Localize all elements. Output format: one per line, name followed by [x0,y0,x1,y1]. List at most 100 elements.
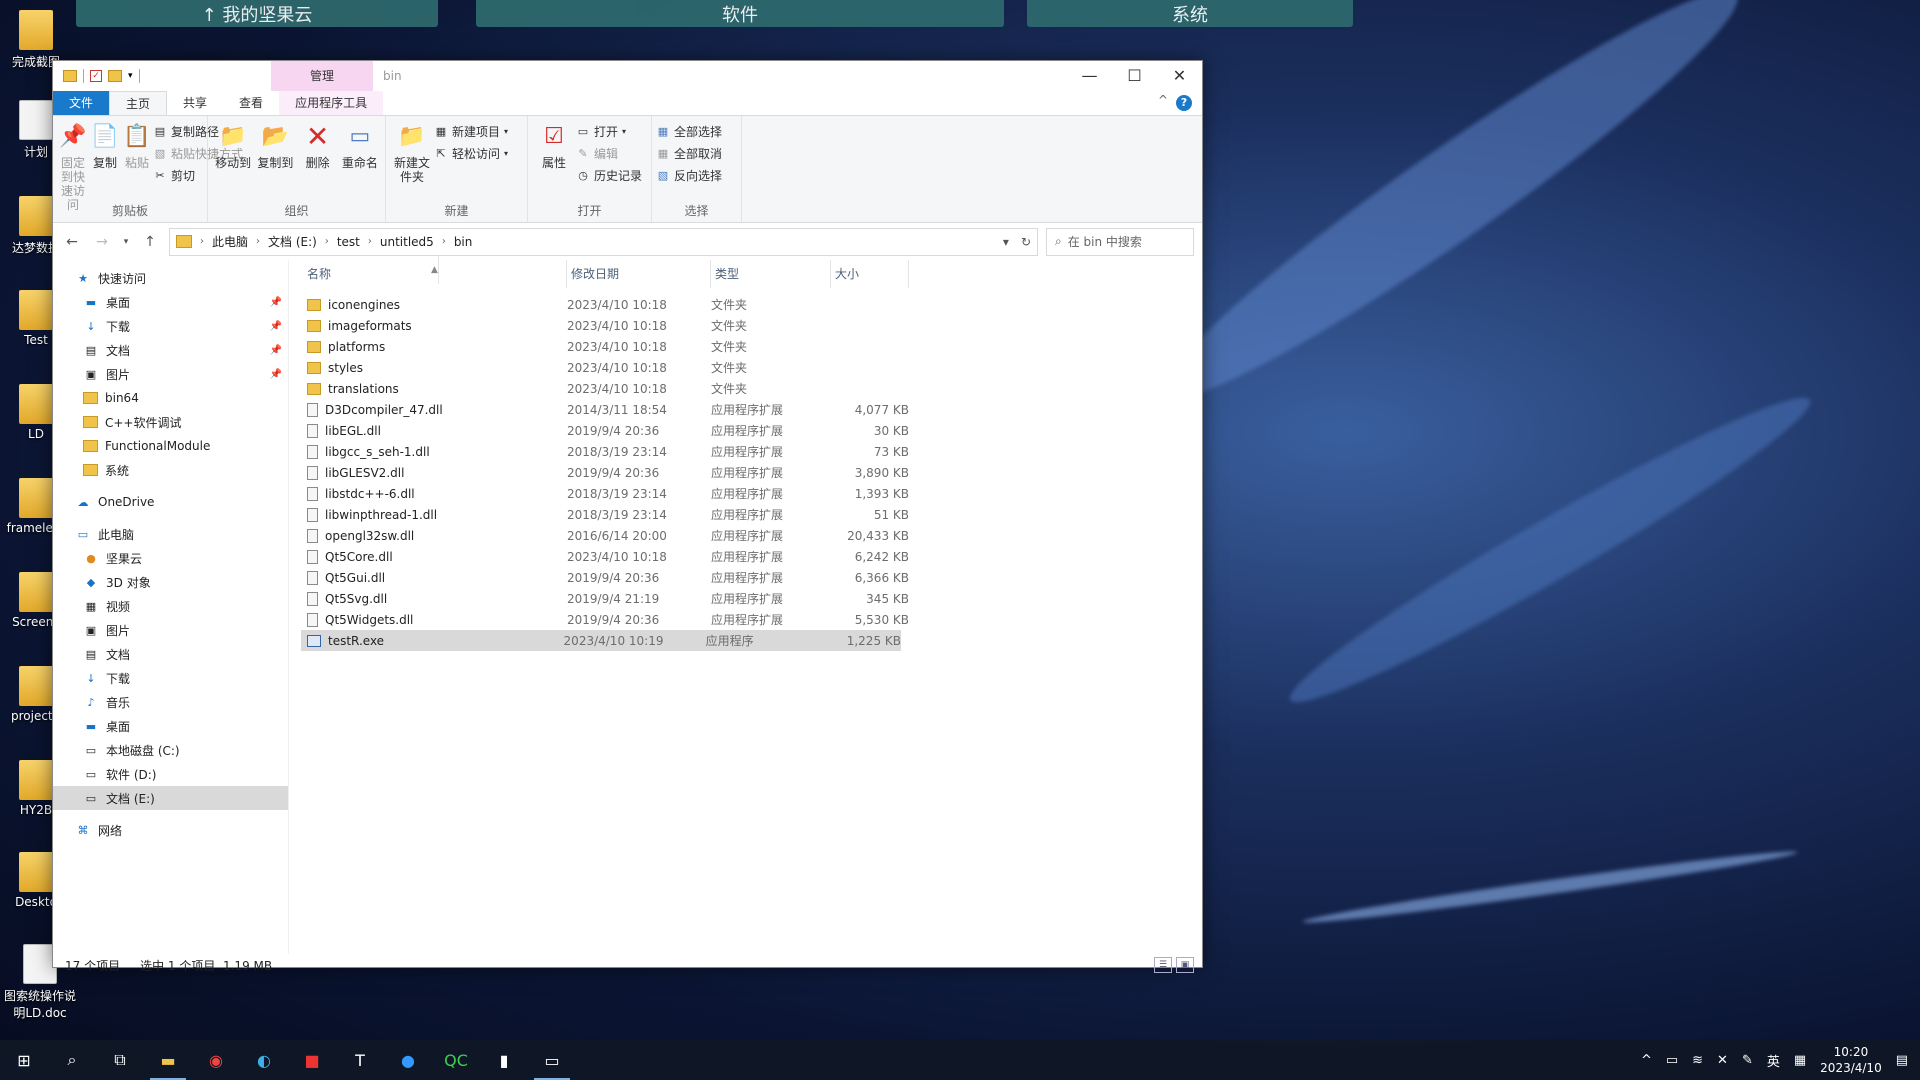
new-folder-button[interactable]: 📁 新建文件夹 [391,120,433,204]
paste-button[interactable]: 📋 粘贴 [122,120,152,204]
nav-item[interactable]: ● 坚果云 [53,546,288,570]
nav-onedrive[interactable]: ☁ OneDrive [53,490,288,514]
tab-home[interactable]: 主页 [109,91,168,115]
nav-item[interactable]: ▦ 视频 [53,594,288,618]
pen-icon[interactable]: ✎ [1742,1053,1753,1068]
file-row[interactable]: libgcc_s_seh-1.dll 2018/3/19 23:14 应用程序扩展 7… [289,441,1202,462]
move-to-button[interactable]: 📁 移动到 [213,120,253,204]
breadcrumb-item[interactable]: 文档 (E:) [268,233,317,250]
file-row[interactable]: opengl32sw.dll 2016/6/14 20:00 应用程序扩展 20,43… [289,525,1202,546]
nav-this-pc[interactable]: ▭ 此电脑 [53,522,288,546]
file-row[interactable]: libGLESV2.dll 2019/9/4 20:36 应用程序扩展 3,890 K… [289,462,1202,483]
address-dropdown-icon[interactable]: ▾ [1003,235,1009,249]
copy-button[interactable]: 📄 复制 [90,120,120,204]
breadcrumb-item[interactable]: bin [454,235,473,249]
tab-app-tools[interactable]: 应用程序工具 [279,91,384,115]
file-row[interactable]: iconengines 2023/4/10 10:18 文件夹 [289,294,1202,315]
testr-taskbar-button[interactable]: ▭ [528,1040,576,1080]
tab-view[interactable]: 查看 [223,91,279,115]
nav-item[interactable]: ↓ 下载 📌 [53,314,288,338]
search-button[interactable]: ⌕ [48,1040,96,1080]
details-view-button[interactable]: ☰ [1154,957,1172,973]
file-row[interactable]: styles 2023/4/10 10:18 文件夹 [289,357,1202,378]
nav-item[interactable]: ▬ 桌面 📌 [53,290,288,314]
help-icon[interactable]: ? [1176,95,1192,111]
app-taskbar-button[interactable]: ● [384,1040,432,1080]
history-button[interactable]: ◷ 历史记录 [576,166,642,184]
nav-item[interactable]: bin64 [53,386,288,410]
file-row[interactable]: D3Dcompiler_47.dll 2014/3/11 18:54 应用程序扩展 4… [289,399,1202,420]
nav-item-selected[interactable]: ▭ 文档 (E:) [53,786,288,810]
explorer-taskbar-button[interactable]: ▬ [144,1040,192,1080]
large-icons-view-button[interactable]: ▣ [1176,957,1194,973]
file-row[interactable]: libwinpthread-1.dll 2018/3/19 23:14 应用程序扩展… [289,504,1202,525]
file-row[interactable]: testR.exe 2023/4/10 10:19 应用程序 1,225 KB [301,630,901,651]
maximize-button[interactable]: ☐ [1112,61,1157,91]
file-row[interactable]: Qt5Core.dll 2023/4/10 10:18 应用程序扩展 6,242 KB [289,546,1202,567]
notification-icon[interactable]: ▤ [1896,1053,1908,1068]
edit-button[interactable]: ✎ 编辑 [576,144,642,162]
nav-item[interactable]: FunctionalModule [53,434,288,458]
easy-access-button[interactable]: ⇱ 轻松访问 ▾ [434,144,508,162]
breadcrumb-item[interactable]: test [337,235,360,249]
select-none-button[interactable]: ▦ 全部取消 [656,144,722,162]
customize-qa-icon[interactable]: ▾ [128,71,133,81]
chrome-taskbar-button[interactable]: ◉ [192,1040,240,1080]
minimize-button[interactable]: — [1067,61,1112,91]
properties-icon[interactable]: ✓ [90,70,102,82]
close-button[interactable]: ✕ [1157,61,1202,91]
column-size[interactable]: 大小 [831,260,909,288]
nav-item[interactable]: ▬ 桌面 [53,714,288,738]
file-row[interactable]: Qt5Svg.dll 2019/9/4 21:19 应用程序扩展 345 KB [289,588,1202,609]
copy-to-button[interactable]: 📂 复制到 [255,120,295,204]
refresh-icon[interactable]: ↻ [1021,235,1031,249]
file-row[interactable]: Qt5Gui.dll 2019/9/4 20:36 应用程序扩展 6,366 KB [289,567,1202,588]
terminal-taskbar-button[interactable]: ▮ [480,1040,528,1080]
nav-item[interactable]: ▭ 软件 (D:) [53,762,288,786]
nav-item[interactable]: ▣ 图片 📌 [53,362,288,386]
battery-icon[interactable]: ▭ [1666,1053,1678,1068]
nav-item[interactable]: ↓ 下载 [53,666,288,690]
typora-taskbar-button[interactable]: T [336,1040,384,1080]
nav-item[interactable]: ♪ 音乐 [53,690,288,714]
file-row[interactable]: Qt5Widgets.dll 2019/9/4 20:36 应用程序扩展 5,530 … [289,609,1202,630]
tab-share[interactable]: 共享 [167,91,223,115]
volume-muted-icon[interactable]: ✕ [1717,1053,1728,1068]
file-row[interactable]: translations 2023/4/10 10:18 文件夹 [289,378,1202,399]
clock[interactable]: 10:20 2023/4/10 [1820,1044,1882,1076]
nav-item[interactable]: ▭ 本地磁盘 (C:) [53,738,288,762]
nav-item[interactable]: 系统 [53,458,288,482]
select-all-button[interactable]: ▦ 全部选择 [656,122,722,140]
nav-item[interactable]: ▤ 文档 📌 [53,338,288,362]
nav-quick-access[interactable]: ★ 快速访问 [53,266,288,290]
address-bar[interactable]: › 此电脑 › 文档 (E:) › test › untitled5 › bin ▾ ↻ [169,227,1038,256]
nav-item[interactable]: ◆ 3D 对象 [53,570,288,594]
tab-file[interactable]: 文件 [53,91,110,115]
keyboard-icon[interactable]: ▦ [1794,1053,1806,1068]
new-item-button[interactable]: ▦ 新建项目 ▾ [434,122,508,140]
app-taskbar-button[interactable]: ■ [288,1040,336,1080]
breadcrumb-item[interactable]: 此电脑 [212,233,248,250]
pin-quick-access-button[interactable]: 📌 固定到快速访问 [58,120,88,213]
file-row[interactable]: libEGL.dll 2019/9/4 20:36 应用程序扩展 30 KB [289,420,1202,441]
properties-button[interactable]: ☑ 属性 [533,120,575,204]
new-folder-icon[interactable] [108,70,122,82]
file-row[interactable]: platforms 2023/4/10 10:18 文件夹 [289,336,1202,357]
search-input[interactable]: ⌕ 在 bin 中搜索 [1046,227,1194,256]
forward-button[interactable]: → [91,234,113,250]
file-row[interactable]: libstdc++-6.dll 2018/3/19 23:14 应用程序扩展 1,39… [289,483,1202,504]
ime-indicator[interactable]: 英 [1767,1051,1780,1070]
nav-item[interactable]: C++软件调试 [53,410,288,434]
nav-network[interactable]: ⌘ 网络 [53,818,288,842]
start-button[interactable]: ⊞ [0,1040,48,1080]
task-view-button[interactable]: ⧉ [96,1040,144,1080]
nav-item[interactable]: ▤ 文档 [53,642,288,666]
recent-dropdown-button[interactable]: ▾ [121,237,131,247]
file-row[interactable]: imageformats 2023/4/10 10:18 文件夹 [289,315,1202,336]
column-type[interactable]: 类型 [711,260,831,288]
breadcrumb-item[interactable]: untitled5 [380,235,434,249]
open-button[interactable]: ▭ 打开 ▾ [576,122,642,140]
delete-button[interactable]: ✕ 删除 [298,120,338,204]
system-bar[interactable]: 系统 [1027,0,1353,27]
invert-selection-button[interactable]: ▧ 反向选择 [656,166,722,184]
